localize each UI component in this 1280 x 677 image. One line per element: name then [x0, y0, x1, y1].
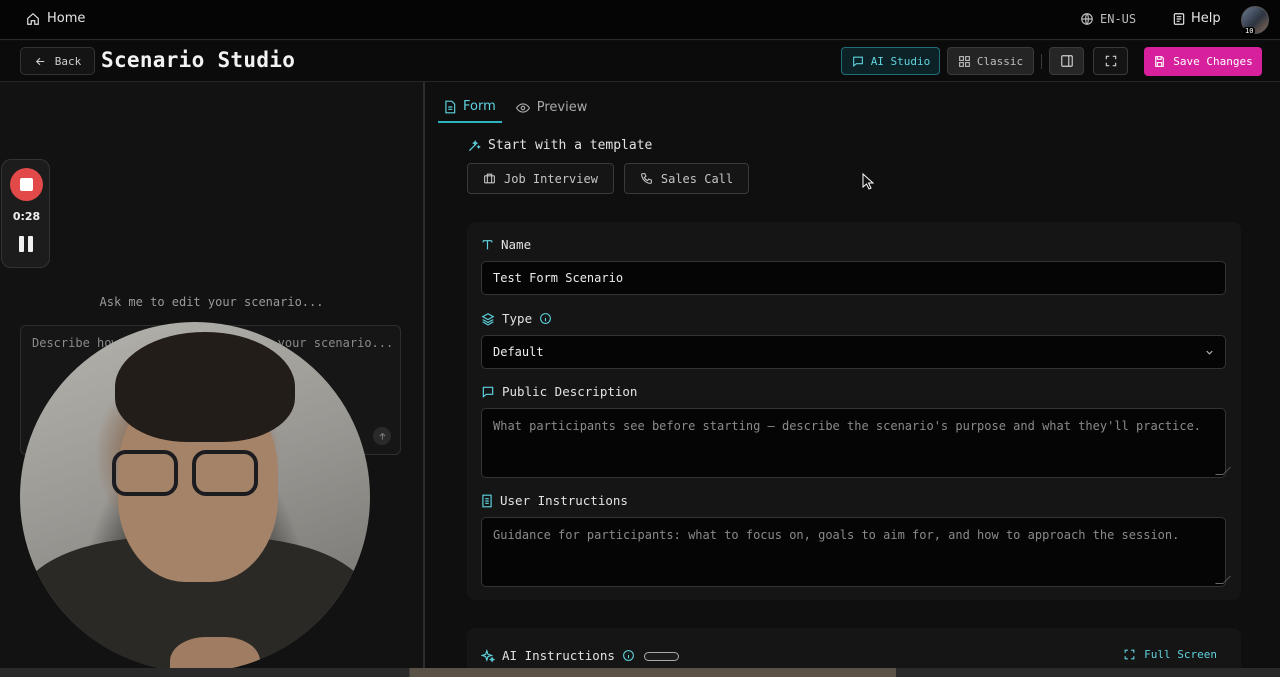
- public-description-placeholder: What participants see before starting — …: [493, 419, 1202, 433]
- page-title: Scenario Studio: [101, 48, 296, 72]
- arrow-up-icon: [378, 432, 387, 441]
- help-label: Help: [1191, 11, 1221, 26]
- classic-label: Classic: [976, 54, 1024, 68]
- tab-form[interactable]: Form: [438, 92, 502, 123]
- mouse-cursor-icon: [862, 173, 874, 190]
- user-instructions-placeholder: Guidance for participants: what to focus…: [493, 528, 1180, 542]
- form-panel: Form Preview Start with a template Job I…: [425, 82, 1280, 677]
- name-value: Test Form Scenario: [493, 271, 624, 285]
- ai-studio-toggle[interactable]: AI Studio: [841, 47, 940, 75]
- document-icon: [444, 100, 456, 114]
- ai-instructions-toggle[interactable]: [644, 652, 679, 661]
- home-icon: [26, 12, 40, 26]
- fullscreen-button[interactable]: [1093, 47, 1128, 75]
- eye-icon: [515, 102, 530, 114]
- stop-recording-button[interactable]: [10, 168, 43, 201]
- globe-icon: [1080, 12, 1094, 26]
- pause-icon[interactable]: [19, 236, 33, 252]
- classic-toggle[interactable]: Classic: [947, 47, 1034, 75]
- ai-instructions-label: AI Instructions: [502, 648, 615, 663]
- toolbar-divider: [1041, 54, 1042, 69]
- templates-label: Start with a template: [488, 138, 653, 153]
- type-select[interactable]: Default: [481, 335, 1226, 369]
- name-label: Name: [501, 237, 532, 252]
- save-changes-button[interactable]: Save Changes: [1144, 47, 1262, 76]
- template-job-interview-button[interactable]: Job Interview: [467, 163, 614, 194]
- language-label: EN-US: [1100, 12, 1137, 26]
- home-link[interactable]: Home: [26, 11, 85, 26]
- tab-preview-label: Preview: [536, 100, 588, 115]
- text-icon: [481, 238, 494, 251]
- save-label: Save Changes: [1173, 55, 1253, 68]
- view-tabs: Form Preview: [438, 92, 601, 123]
- phone-icon: [640, 172, 653, 185]
- chat-prompt: Ask me to edit your scenario...: [99, 295, 324, 309]
- maximize-icon: [1123, 648, 1136, 661]
- tab-form-label: Form: [463, 99, 496, 114]
- name-input[interactable]: Test Form Scenario: [481, 261, 1226, 295]
- webcam-overlay: [20, 322, 370, 672]
- template-job-interview-label: Job Interview: [504, 171, 598, 186]
- grid-icon: [958, 55, 971, 68]
- templates-heading: Start with a template: [467, 138, 652, 153]
- maximize-icon: [1104, 54, 1118, 68]
- toggle-panel-button[interactable]: [1049, 47, 1084, 75]
- name-field-label: Name: [481, 237, 531, 252]
- public-description-textarea[interactable]: What participants see before starting — …: [481, 408, 1231, 478]
- public-description-label: Public Description: [502, 384, 638, 399]
- template-sales-call-label: Sales Call: [660, 171, 734, 186]
- resize-handle[interactable]: [1215, 576, 1231, 584]
- sparkles-icon: [481, 648, 495, 663]
- magic-wand-icon: [467, 139, 481, 153]
- book-icon: [1172, 12, 1186, 26]
- save-icon: [1153, 55, 1166, 68]
- help-link[interactable]: Help: [1172, 11, 1221, 26]
- template-sales-call-button[interactable]: Sales Call: [624, 163, 749, 194]
- type-field-label: Type: [481, 311, 552, 326]
- bottom-strip: [0, 668, 1280, 677]
- chat-icon: [851, 55, 865, 68]
- tab-preview[interactable]: Preview: [510, 92, 594, 123]
- stop-icon: [20, 178, 33, 191]
- type-value: Default: [493, 345, 544, 359]
- info-icon[interactable]: [539, 312, 552, 325]
- file-text-icon: [481, 494, 493, 508]
- user-instructions-field-label: User Instructions: [481, 493, 628, 508]
- resize-handle[interactable]: [1215, 467, 1231, 475]
- public-description-field-label: Public Description: [481, 384, 637, 399]
- layers-icon: [481, 312, 495, 326]
- info-icon[interactable]: [622, 649, 635, 662]
- studio-header: Back Scenario Studio AI Studio Classic S…: [0, 41, 1280, 82]
- user-instructions-label: User Instructions: [500, 493, 628, 508]
- type-label: Type: [502, 311, 533, 326]
- arrow-left-icon: [34, 55, 47, 68]
- panel-right-icon: [1060, 54, 1074, 68]
- language-selector[interactable]: EN-US: [1080, 12, 1136, 26]
- top-bar: Home EN-US Help 10: [0, 0, 1280, 40]
- home-label: Home: [47, 11, 86, 26]
- briefcase-icon: [483, 172, 496, 185]
- send-button[interactable]: [373, 427, 391, 445]
- full-screen-button[interactable]: Full Screen: [1123, 648, 1217, 661]
- avatar-badge: 10: [1243, 27, 1256, 35]
- recording-timer: 0:28: [12, 210, 41, 223]
- ai-instructions-heading: AI Instructions: [481, 648, 635, 663]
- message-square-icon: [481, 385, 495, 399]
- scenario-form-card: Name Test Form Scenario Type Default Pub…: [467, 222, 1241, 600]
- chevron-down-icon: [1204, 347, 1215, 358]
- screen-recorder: 0:28: [1, 159, 50, 268]
- full-screen-label: Full Screen: [1144, 648, 1217, 661]
- back-button[interactable]: Back: [20, 47, 95, 75]
- back-label: Back: [54, 54, 82, 68]
- ai-studio-label: AI Studio: [870, 54, 931, 68]
- user-instructions-textarea[interactable]: Guidance for participants: what to focus…: [481, 517, 1231, 587]
